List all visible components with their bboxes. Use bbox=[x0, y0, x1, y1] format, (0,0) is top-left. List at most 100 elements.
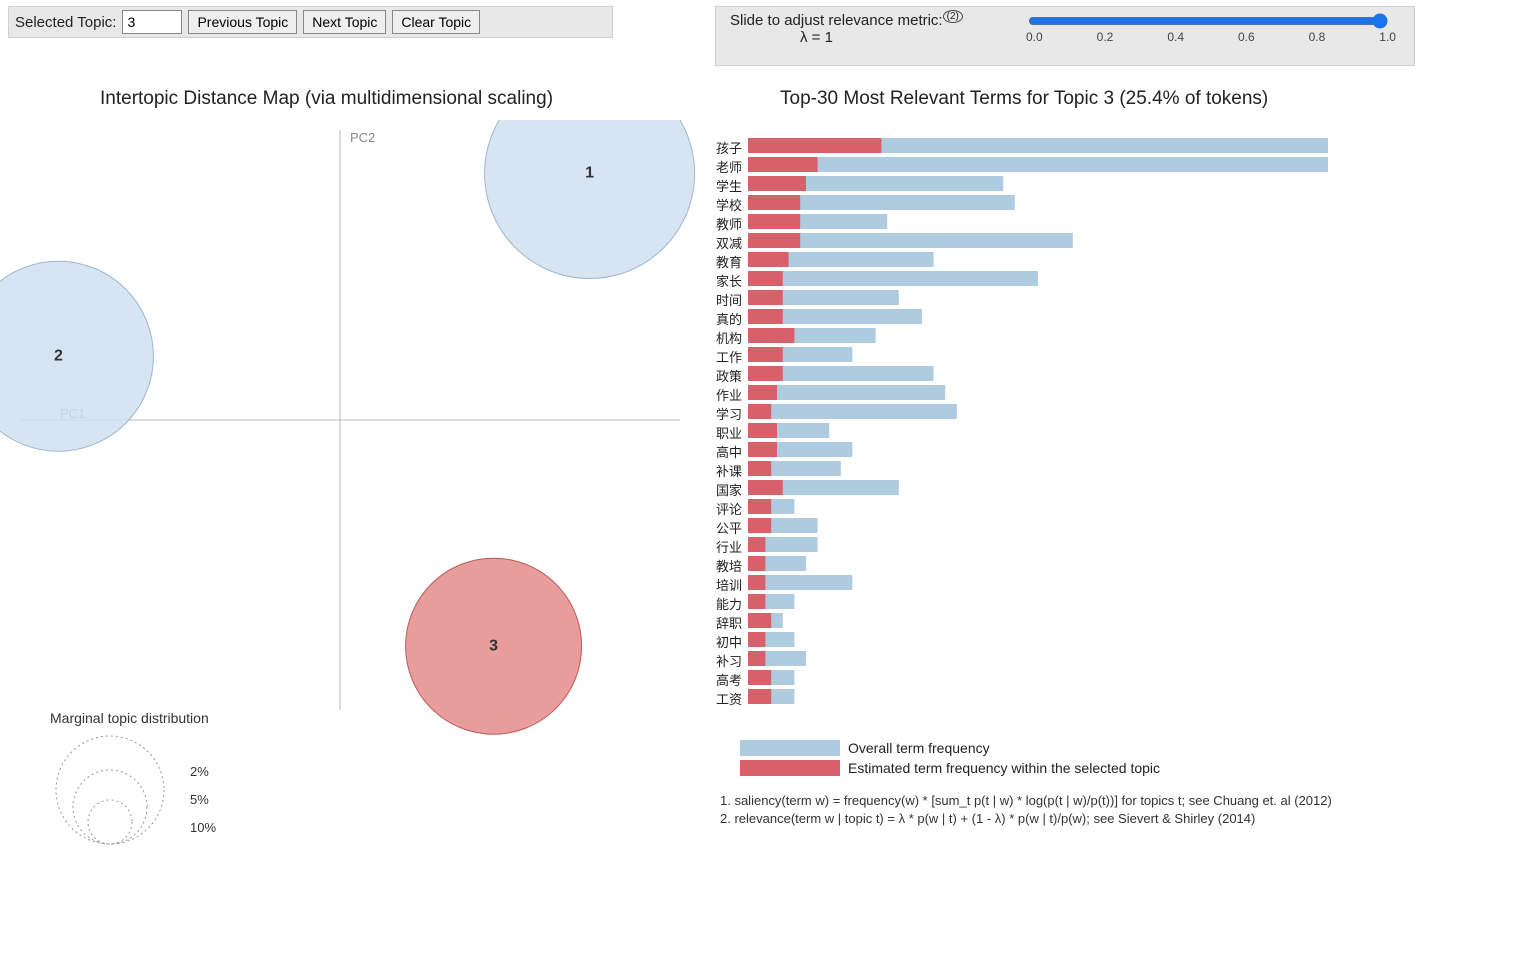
term-row[interactable]: 机构 bbox=[716, 328, 876, 346]
term-row[interactable]: 行业 bbox=[716, 537, 818, 555]
term-row[interactable]: 教师 bbox=[716, 214, 887, 232]
term-row[interactable]: 公平 bbox=[716, 518, 818, 536]
term-row[interactable]: 老师 bbox=[716, 157, 1328, 175]
within-bar bbox=[748, 651, 765, 666]
clear-topic-button[interactable]: Clear Topic bbox=[392, 10, 480, 34]
within-bar bbox=[748, 309, 783, 324]
term-label: 真的 bbox=[716, 312, 742, 327]
within-bar bbox=[748, 157, 818, 172]
previous-topic-button[interactable]: Previous Topic bbox=[188, 10, 297, 34]
term-label: 补课 bbox=[716, 464, 742, 479]
overall-bar bbox=[748, 404, 957, 419]
within-bar bbox=[748, 594, 765, 609]
topic-bubble-label-1: 1 bbox=[585, 165, 594, 182]
footer-notes: 1. saliency(term w) = frequency(w) * [su… bbox=[720, 792, 1332, 827]
term-row[interactable]: 工资 bbox=[716, 689, 794, 707]
term-label: 政策 bbox=[716, 369, 742, 384]
within-bar bbox=[748, 556, 765, 571]
term-label: 辞职 bbox=[716, 616, 742, 631]
term-row[interactable]: 职业 bbox=[716, 423, 829, 441]
within-bar bbox=[748, 290, 783, 305]
term-label: 教育 bbox=[716, 255, 742, 270]
term-row[interactable]: 评论 bbox=[716, 499, 794, 517]
lambda-slider[interactable] bbox=[1028, 13, 1388, 29]
within-bar bbox=[748, 328, 794, 343]
term-row[interactable]: 学生 bbox=[716, 176, 1003, 194]
term-label: 家长 bbox=[716, 274, 742, 289]
term-row[interactable]: 家长 bbox=[716, 271, 1038, 289]
marginal-legend-svg: 2%5%10% bbox=[50, 726, 280, 856]
within-bar bbox=[748, 689, 771, 704]
term-row[interactable]: 初中 bbox=[716, 632, 794, 650]
term-label: 老师 bbox=[716, 160, 742, 175]
within-bar bbox=[748, 195, 800, 210]
term-row[interactable]: 补习 bbox=[716, 651, 806, 669]
intertopic-title: Intertopic Distance Map (via multidimens… bbox=[100, 88, 553, 110]
term-row[interactable]: 国家 bbox=[716, 480, 899, 498]
term-row[interactable]: 补课 bbox=[716, 461, 841, 479]
term-row[interactable]: 孩子 bbox=[716, 138, 1328, 156]
intertopic-svg: PC2 PC1 123 bbox=[0, 120, 700, 740]
term-label: 时间 bbox=[716, 293, 742, 308]
footer-line-2: 2. relevance(term w | topic t) = λ * p(w… bbox=[720, 810, 1332, 828]
term-row[interactable]: 双减 bbox=[716, 233, 1073, 251]
term-label: 初中 bbox=[716, 635, 742, 650]
topic-bubble-2[interactable] bbox=[0, 261, 153, 451]
term-label: 双减 bbox=[716, 236, 742, 251]
term-label: 教培 bbox=[716, 559, 742, 574]
term-row[interactable]: 教育 bbox=[716, 252, 934, 270]
term-label: 高考 bbox=[716, 673, 742, 688]
within-bar bbox=[748, 404, 771, 419]
term-row[interactable]: 真的 bbox=[716, 309, 922, 327]
term-row[interactable]: 作业 bbox=[716, 385, 945, 403]
term-label: 工资 bbox=[716, 692, 742, 707]
topic-bubble-label-3: 3 bbox=[489, 637, 498, 654]
topic-controls: Selected Topic: Previous Topic Next Topi… bbox=[8, 6, 613, 38]
term-label: 教师 bbox=[716, 217, 742, 232]
term-label: 高中 bbox=[716, 445, 742, 460]
marginal-legend-title: Marginal topic distribution bbox=[50, 710, 280, 726]
overall-bar bbox=[748, 385, 945, 400]
within-bar bbox=[748, 480, 783, 495]
within-bar bbox=[748, 537, 765, 552]
topic-bubble-label-2: 2 bbox=[54, 347, 63, 364]
within-bar bbox=[748, 575, 765, 590]
term-label: 学生 bbox=[716, 179, 742, 194]
term-label: 学习 bbox=[716, 407, 742, 422]
term-label: 工作 bbox=[716, 350, 742, 365]
term-label: 学校 bbox=[716, 198, 742, 213]
info-icon: (2) bbox=[943, 10, 963, 23]
term-row[interactable]: 学校 bbox=[716, 195, 1015, 213]
term-label: 培训 bbox=[716, 578, 742, 593]
within-bar bbox=[748, 271, 783, 286]
term-row[interactable]: 高中 bbox=[716, 442, 852, 460]
term-row[interactable]: 能力 bbox=[716, 594, 794, 612]
term-label: 国家 bbox=[716, 483, 742, 498]
topic-bubble-1[interactable] bbox=[485, 120, 695, 279]
within-bar bbox=[748, 347, 783, 362]
term-label: 职业 bbox=[716, 426, 742, 441]
within-bar bbox=[748, 214, 800, 229]
within-bar bbox=[748, 613, 771, 628]
term-label: 机构 bbox=[716, 331, 742, 346]
selected-topic-input[interactable] bbox=[122, 10, 182, 34]
pc2-axis-label: PC2 bbox=[350, 130, 375, 145]
next-topic-button[interactable]: Next Topic bbox=[303, 10, 386, 34]
term-row[interactable]: 时间 bbox=[716, 290, 899, 308]
term-row[interactable]: 辞职 bbox=[716, 613, 783, 631]
term-label: 孩子 bbox=[716, 141, 742, 156]
term-label: 公平 bbox=[716, 521, 742, 536]
term-bars-svg: 孩子老师学生学校教师双减教育家长时间真的机构工作政策作业学习职业高中补课国家评论… bbox=[700, 130, 1420, 730]
bar-legend-overall: Overall term frequency bbox=[740, 740, 1160, 756]
within-bar bbox=[748, 518, 771, 533]
marginal-pct-10%: 10% bbox=[190, 820, 216, 835]
term-row[interactable]: 学习 bbox=[716, 404, 957, 422]
relevance-slider-panel: Slide to adjust relevance metric:(2) λ =… bbox=[715, 6, 1415, 66]
term-row[interactable]: 工作 bbox=[716, 347, 852, 365]
term-row[interactable]: 教培 bbox=[716, 556, 806, 574]
within-bar bbox=[748, 423, 777, 438]
term-row[interactable]: 高考 bbox=[716, 670, 794, 688]
within-bar bbox=[748, 138, 881, 153]
term-row[interactable]: 政策 bbox=[716, 366, 934, 384]
term-row[interactable]: 培训 bbox=[716, 575, 852, 593]
